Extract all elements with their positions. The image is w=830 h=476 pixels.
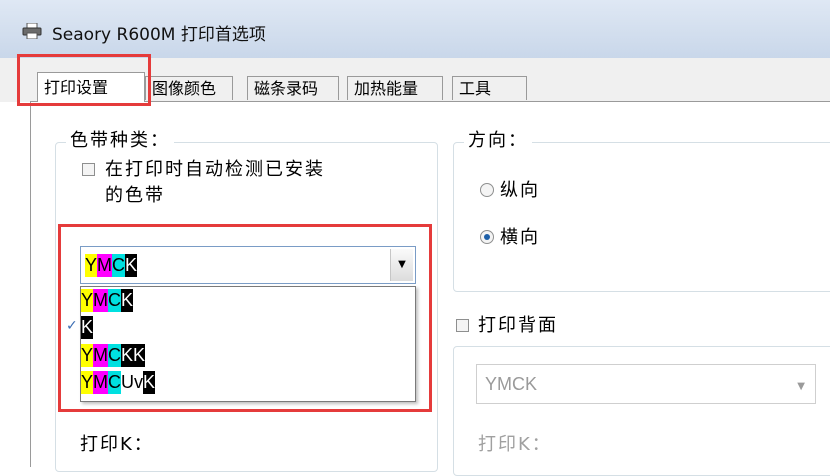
ribbon-option-ymcuvk[interactable]: Y M C Uv K <box>81 371 156 394</box>
ribbon-color-segment: M <box>97 254 113 277</box>
tab-print-settings[interactable]: 打印设置 <box>37 72 145 102</box>
ribbon-color-segment: Y <box>81 344 94 367</box>
window-title: Seaory R600M 打印首选项 <box>52 25 266 45</box>
tab-label: 图像颜色 <box>152 79 217 98</box>
ribbon-color-segment: K <box>133 344 146 367</box>
ribbon-color-segment: K <box>143 371 156 394</box>
ribbon-color-segment: C <box>108 371 122 394</box>
ribbon-color-segment: Y <box>81 289 94 312</box>
tab-label: 磁条录码 <box>254 79 319 98</box>
printer-icon <box>22 23 42 39</box>
ribbon-color-segment: C <box>108 289 122 312</box>
ribbon-color-segment: K <box>125 254 138 277</box>
ribbon-color-segment: K <box>121 289 134 312</box>
ribbon-color-segment: M <box>93 289 109 312</box>
print-back-checkbox[interactable] <box>456 319 469 332</box>
tab-label: 工具 <box>459 79 492 98</box>
selected-ribbon-value: YMCK <box>85 254 138 277</box>
tab-magstripe-encoding[interactable]: 磁条录码 <box>247 76 339 100</box>
portrait-label: 纵向 <box>500 180 540 201</box>
check-mark-icon: ✓ <box>66 318 78 334</box>
back-ribbon-select: YMCK ▼ <box>476 364 816 404</box>
ribbon-color-segment: K <box>121 344 134 367</box>
ribbon-option-ymckk[interactable]: YMCKK <box>81 344 146 367</box>
ribbon-type-select[interactable]: YMCK ▼ <box>80 246 416 284</box>
ribbon-color-segment: Uv <box>121 371 144 394</box>
tab-label: 打印设置 <box>44 78 109 97</box>
landscape-radio[interactable] <box>480 230 494 244</box>
chevron-down-icon: ▼ <box>797 381 805 392</box>
tab-label: 加热能量 <box>354 79 419 98</box>
print-k-back-label: 打印K： <box>478 434 552 455</box>
print-k-label: 打印K： <box>80 434 154 455</box>
ribbon-option-k[interactable]: K <box>81 316 94 339</box>
tab-image-color[interactable]: 图像颜色 <box>145 76 233 100</box>
ribbon-color-segment: K <box>81 316 94 339</box>
ribbon-type-dropdown[interactable]: YMCK K YMCKK Y M C Uv K <box>80 286 416 402</box>
print-back-label: 打印背面 <box>478 315 558 336</box>
ribbon-type-legend: 色带种类： <box>66 126 174 152</box>
auto-detect-label-line1: 在打印时自动检测已安装 <box>105 159 325 180</box>
portrait-radio[interactable] <box>480 183 494 197</box>
ribbon-color-segment: M <box>93 344 109 367</box>
tab-heating-energy[interactable]: 加热能量 <box>347 76 443 100</box>
back-ribbon-value: YMCK <box>485 374 538 394</box>
landscape-label: 横向 <box>500 227 540 248</box>
orientation-legend: 方向： <box>464 126 532 152</box>
tab-tools[interactable]: 工具 <box>452 76 527 100</box>
auto-detect-ribbon-checkbox[interactable] <box>82 163 95 176</box>
ribbon-color-segment: C <box>108 344 122 367</box>
ribbon-color-segment: Y <box>85 254 98 277</box>
ribbon-color-segment: C <box>112 254 126 277</box>
auto-detect-label-line2: 的色带 <box>105 185 165 206</box>
chevron-down-icon[interactable]: ▼ <box>390 249 413 281</box>
ribbon-color-segment: M <box>93 371 109 394</box>
ribbon-color-segment: Y <box>81 371 94 394</box>
ribbon-option-ymck[interactable]: YMCK <box>81 289 134 312</box>
orientation-group <box>453 142 830 292</box>
window-titlebar: Seaory R600M 打印首选项 <box>0 0 830 58</box>
